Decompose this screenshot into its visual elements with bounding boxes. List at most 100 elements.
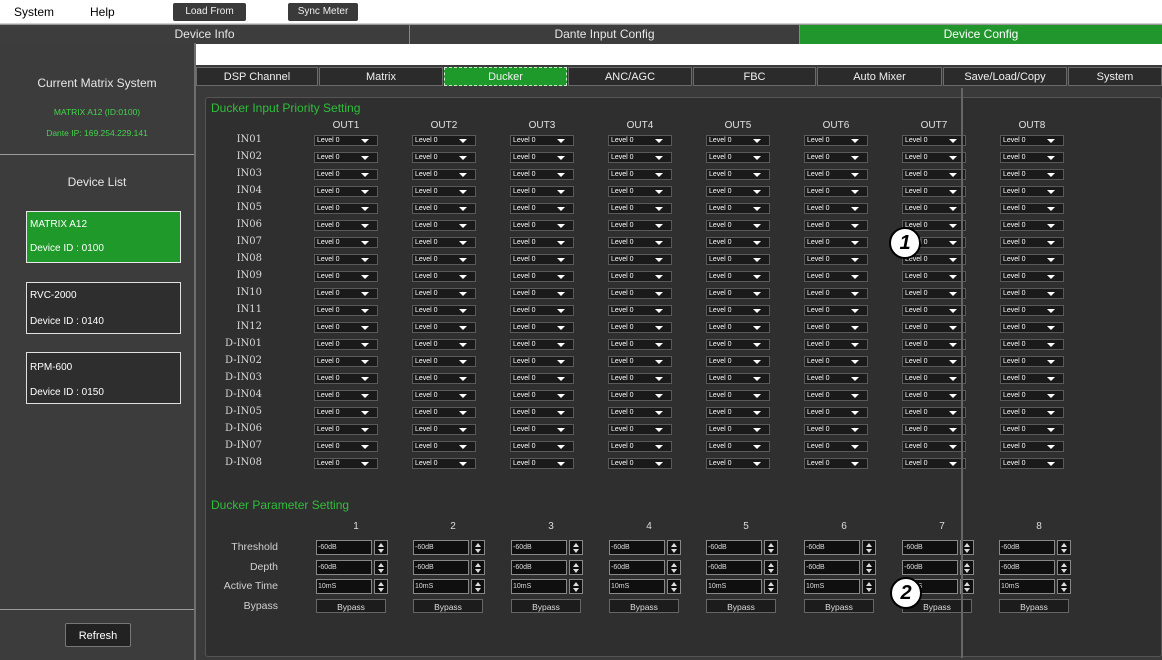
priority-level-dropdown[interactable]: Level 0 bbox=[412, 152, 476, 163]
priority-level-dropdown[interactable]: Level 0 bbox=[706, 152, 770, 163]
priority-level-dropdown[interactable]: Level 0 bbox=[412, 441, 476, 452]
priority-level-dropdown[interactable]: Level 0 bbox=[1000, 271, 1064, 282]
priority-level-dropdown[interactable]: Level 0 bbox=[510, 271, 574, 282]
threshold-spinbox[interactable]: -60dB bbox=[706, 540, 762, 555]
priority-level-dropdown[interactable]: Level 0 bbox=[1000, 203, 1064, 214]
tab-device-info[interactable]: Device Info bbox=[0, 25, 410, 44]
priority-level-dropdown[interactable]: Level 0 bbox=[412, 305, 476, 316]
priority-level-dropdown[interactable]: Level 0 bbox=[314, 288, 378, 299]
priority-level-dropdown[interactable]: Level 0 bbox=[804, 271, 868, 282]
priority-level-dropdown[interactable]: Level 0 bbox=[1000, 373, 1064, 384]
active-time-spinbox[interactable]: 10mS bbox=[999, 579, 1055, 594]
tab-system[interactable]: System bbox=[1068, 67, 1162, 86]
priority-level-dropdown[interactable]: Level 0 bbox=[706, 305, 770, 316]
priority-level-dropdown[interactable]: Level 0 bbox=[314, 271, 378, 282]
priority-level-dropdown[interactable]: Level 0 bbox=[608, 441, 672, 452]
priority-level-dropdown[interactable]: Level 0 bbox=[608, 186, 672, 197]
bypass-button[interactable]: Bypass bbox=[511, 599, 581, 613]
depth-spinbox[interactable]: -60dB bbox=[706, 560, 762, 575]
priority-level-dropdown[interactable]: Level 0 bbox=[804, 135, 868, 146]
priority-level-dropdown[interactable]: Level 0 bbox=[902, 152, 966, 163]
priority-level-dropdown[interactable]: Level 0 bbox=[412, 186, 476, 197]
depth-spinbox[interactable]: -60dB bbox=[413, 560, 469, 575]
priority-level-dropdown[interactable]: Level 0 bbox=[412, 254, 476, 265]
priority-level-dropdown[interactable]: Level 0 bbox=[314, 390, 378, 401]
priority-level-dropdown[interactable]: Level 0 bbox=[314, 322, 378, 333]
priority-level-dropdown[interactable]: Level 0 bbox=[608, 305, 672, 316]
refresh-button[interactable]: Refresh bbox=[65, 623, 131, 647]
priority-level-dropdown[interactable]: Level 0 bbox=[412, 373, 476, 384]
priority-level-dropdown[interactable]: Level 0 bbox=[902, 288, 966, 299]
active-time-spinbox[interactable]: 10mS bbox=[706, 579, 762, 594]
priority-level-dropdown[interactable]: Level 0 bbox=[804, 203, 868, 214]
priority-level-dropdown[interactable]: Level 0 bbox=[608, 135, 672, 146]
priority-level-dropdown[interactable]: Level 0 bbox=[608, 356, 672, 367]
tab-device-config[interactable]: Device Config bbox=[800, 25, 1162, 44]
priority-level-dropdown[interactable]: Level 0 bbox=[804, 373, 868, 384]
priority-level-dropdown[interactable]: Level 0 bbox=[510, 424, 574, 435]
spin-arrows-icon[interactable] bbox=[764, 579, 778, 594]
tab-matrix[interactable]: Matrix bbox=[319, 67, 443, 86]
priority-level-dropdown[interactable]: Level 0 bbox=[706, 220, 770, 231]
threshold-spinbox[interactable]: -60dB bbox=[902, 540, 958, 555]
priority-level-dropdown[interactable]: Level 0 bbox=[314, 254, 378, 265]
spin-arrows-icon[interactable] bbox=[862, 579, 876, 594]
priority-level-dropdown[interactable]: Level 0 bbox=[510, 305, 574, 316]
priority-level-dropdown[interactable]: Level 0 bbox=[608, 407, 672, 418]
priority-level-dropdown[interactable]: Level 0 bbox=[412, 322, 476, 333]
priority-level-dropdown[interactable]: Level 0 bbox=[902, 322, 966, 333]
priority-level-dropdown[interactable]: Level 0 bbox=[706, 271, 770, 282]
spin-arrows-icon[interactable] bbox=[667, 540, 681, 555]
depth-spinbox[interactable]: -60dB bbox=[511, 560, 567, 575]
priority-level-dropdown[interactable]: Level 0 bbox=[706, 356, 770, 367]
priority-level-dropdown[interactable]: Level 0 bbox=[608, 424, 672, 435]
priority-level-dropdown[interactable]: Level 0 bbox=[314, 135, 378, 146]
priority-level-dropdown[interactable]: Level 0 bbox=[902, 339, 966, 350]
priority-level-dropdown[interactable]: Level 0 bbox=[412, 220, 476, 231]
priority-level-dropdown[interactable]: Level 0 bbox=[1000, 152, 1064, 163]
priority-level-dropdown[interactable]: Level 0 bbox=[1000, 424, 1064, 435]
priority-level-dropdown[interactable]: Level 0 bbox=[1000, 322, 1064, 333]
priority-level-dropdown[interactable]: Level 0 bbox=[510, 356, 574, 367]
depth-spinbox[interactable]: -60dB bbox=[999, 560, 1055, 575]
priority-level-dropdown[interactable]: Level 0 bbox=[804, 288, 868, 299]
active-time-spinbox[interactable]: 10mS bbox=[413, 579, 469, 594]
priority-level-dropdown[interactable]: Level 0 bbox=[902, 169, 966, 180]
priority-level-dropdown[interactable]: Level 0 bbox=[314, 356, 378, 367]
priority-level-dropdown[interactable]: Level 0 bbox=[608, 220, 672, 231]
priority-level-dropdown[interactable]: Level 0 bbox=[412, 458, 476, 469]
priority-level-dropdown[interactable]: Level 0 bbox=[1000, 339, 1064, 350]
tab-dante-input-config[interactable]: Dante Input Config bbox=[410, 25, 800, 44]
active-time-spinbox[interactable]: 10mS bbox=[609, 579, 665, 594]
priority-level-dropdown[interactable]: Level 0 bbox=[706, 390, 770, 401]
priority-level-dropdown[interactable]: Level 0 bbox=[804, 237, 868, 248]
priority-level-dropdown[interactable]: Level 0 bbox=[902, 271, 966, 282]
priority-level-dropdown[interactable]: Level 0 bbox=[608, 271, 672, 282]
priority-level-dropdown[interactable]: Level 0 bbox=[804, 220, 868, 231]
priority-level-dropdown[interactable]: Level 0 bbox=[510, 220, 574, 231]
device-card-rpm-600[interactable]: RPM-600 Device ID : 0150 bbox=[26, 352, 181, 404]
spin-arrows-icon[interactable] bbox=[374, 560, 388, 575]
priority-level-dropdown[interactable]: Level 0 bbox=[412, 339, 476, 350]
priority-level-dropdown[interactable]: Level 0 bbox=[510, 186, 574, 197]
spin-arrows-icon[interactable] bbox=[569, 579, 583, 594]
tab-ducker[interactable]: Ducker bbox=[444, 67, 567, 86]
priority-level-dropdown[interactable]: Level 0 bbox=[314, 458, 378, 469]
priority-level-dropdown[interactable]: Level 0 bbox=[412, 356, 476, 367]
priority-level-dropdown[interactable]: Level 0 bbox=[510, 441, 574, 452]
priority-level-dropdown[interactable]: Level 0 bbox=[1000, 186, 1064, 197]
bypass-button[interactable]: Bypass bbox=[316, 599, 386, 613]
priority-level-dropdown[interactable]: Level 0 bbox=[1000, 288, 1064, 299]
spin-arrows-icon[interactable] bbox=[374, 540, 388, 555]
threshold-spinbox[interactable]: -60dB bbox=[316, 540, 372, 555]
device-card-rvc-2000[interactable]: RVC-2000 Device ID : 0140 bbox=[26, 282, 181, 334]
priority-level-dropdown[interactable]: Level 0 bbox=[706, 169, 770, 180]
priority-level-dropdown[interactable]: Level 0 bbox=[314, 186, 378, 197]
priority-level-dropdown[interactable]: Level 0 bbox=[804, 339, 868, 350]
priority-level-dropdown[interactable]: Level 0 bbox=[608, 169, 672, 180]
priority-level-dropdown[interactable]: Level 0 bbox=[706, 254, 770, 265]
spin-arrows-icon[interactable] bbox=[764, 560, 778, 575]
priority-level-dropdown[interactable]: Level 0 bbox=[314, 407, 378, 418]
priority-level-dropdown[interactable]: Level 0 bbox=[412, 135, 476, 146]
threshold-spinbox[interactable]: -60dB bbox=[804, 540, 860, 555]
